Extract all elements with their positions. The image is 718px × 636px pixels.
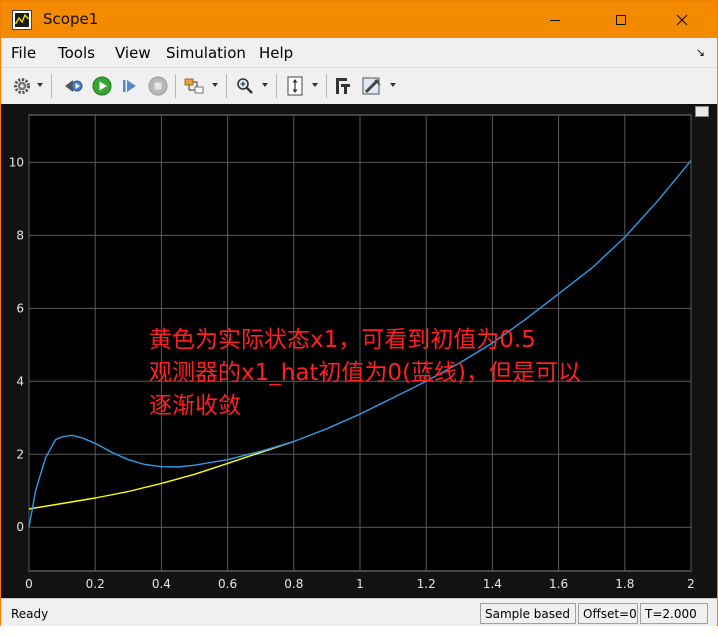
y-tick-label: 6 <box>16 301 24 315</box>
zoom-icon <box>237 78 253 94</box>
menu-simulation[interactable]: Simulation <box>166 44 246 62</box>
step-forward-button[interactable] <box>118 74 142 98</box>
step-back-icon <box>65 80 83 92</box>
y-tick-label: 10 <box>9 155 24 169</box>
annotation-line-2: 观测器的x1_hat初值为0(蓝线)，但是可以 <box>149 360 582 386</box>
run-icon <box>92 76 112 96</box>
y-tick-label: 8 <box>16 228 24 242</box>
x-tick-label: 1.6 <box>549 577 568 591</box>
step-back-button[interactable] <box>61 74 85 98</box>
desktop-background <box>0 626 718 636</box>
y-tick-label: 4 <box>16 374 24 388</box>
menu-tools[interactable]: Tools <box>58 44 95 62</box>
highlight-block-button[interactable] <box>182 74 206 98</box>
highlight-icon <box>184 78 204 94</box>
highlight-dropdown-icon[interactable] <box>212 83 218 87</box>
x-tick-label: 0.2 <box>86 577 105 591</box>
annotation-text: 黄色为实际状态x1，可看到初值为0.5 观测器的x1_hat初值为0(蓝线)，但… <box>149 324 669 423</box>
x-tick-label: 1 <box>356 577 364 591</box>
style-icon <box>362 77 381 95</box>
maximize-icon <box>616 14 626 25</box>
status-ready: Ready <box>11 607 49 621</box>
close-button[interactable] <box>659 1 705 38</box>
status-time: T=2.000 <box>640 603 708 624</box>
x-tick-label: 1.2 <box>417 577 436 591</box>
zoom-dropdown-icon[interactable] <box>262 83 268 87</box>
minimize-icon <box>550 19 560 21</box>
toolbar-separator <box>276 74 277 98</box>
stop-icon <box>148 76 168 96</box>
scope-app-icon <box>12 10 32 30</box>
title-bar[interactable]: Scope1 <box>1 1 717 38</box>
menu-bar: File Tools View Simulation Help ↘ <box>1 38 717 67</box>
menu-help[interactable]: Help <box>259 44 293 62</box>
status-sample-mode: Sample based <box>480 603 576 624</box>
stop-button[interactable] <box>146 74 170 98</box>
settings-button[interactable] <box>10 74 34 98</box>
cursor-measurements-button[interactable] <box>331 74 355 98</box>
fit-dropdown-icon[interactable] <box>312 83 318 87</box>
status-bar: Ready Sample based Offset=0 T=2.000 <box>1 598 717 628</box>
style-button[interactable] <box>360 74 384 98</box>
x-tick-label: 2 <box>687 577 695 591</box>
zoom-button[interactable] <box>233 74 257 98</box>
cursor-measure-icon <box>336 78 350 94</box>
gear-icon <box>14 78 30 94</box>
close-icon <box>676 14 688 25</box>
y-tick-label: 0 <box>16 520 24 534</box>
toolbar-separator <box>175 74 176 98</box>
y-tick-label: 2 <box>16 447 24 461</box>
fit-to-view-button[interactable] <box>283 74 307 98</box>
annotation-line-3: 逐渐收敛 <box>149 393 241 419</box>
x-tick-label: 0.4 <box>152 577 171 591</box>
x-tick-label: 0.8 <box>284 577 303 591</box>
toolbar-separator <box>226 74 227 98</box>
minimize-button[interactable] <box>532 1 578 38</box>
menu-file[interactable]: File <box>11 44 36 62</box>
x-tick-label: 1.4 <box>483 577 502 591</box>
x-tick-label: 0 <box>25 577 33 591</box>
scope-display[interactable]: 0 0.2 0.4 0.6 0.8 1 1.2 1.4 1.6 1.8 2 0 2 4 6 8 10 黄色为实际… <box>1 104 717 598</box>
window-title: Scope1 <box>43 10 99 28</box>
annotation-line-1: 黄色为实际状态x1，可看到初值为0.5 <box>149 327 536 353</box>
toolbar <box>1 67 717 105</box>
step-forward-icon <box>123 80 136 92</box>
settings-dropdown-icon[interactable] <box>37 83 43 87</box>
x-tick-label: 0.6 <box>218 577 237 591</box>
dock-pin-icon[interactable]: ↘ <box>696 46 705 59</box>
toolbar-separator <box>51 74 52 98</box>
x-tick-label: 1.8 <box>615 577 634 591</box>
scope-window: Scope1 File Tools View Simulation Help ↘ <box>0 0 718 636</box>
style-dropdown-icon[interactable] <box>390 83 396 87</box>
expand-axes-icon[interactable] <box>695 106 709 117</box>
maximize-button[interactable] <box>598 1 644 38</box>
menu-view[interactable]: View <box>115 44 151 62</box>
toolbar-separator <box>326 74 327 98</box>
status-offset: Offset=0 <box>578 603 638 624</box>
fit-to-view-icon <box>287 76 303 96</box>
run-button[interactable] <box>90 74 114 98</box>
